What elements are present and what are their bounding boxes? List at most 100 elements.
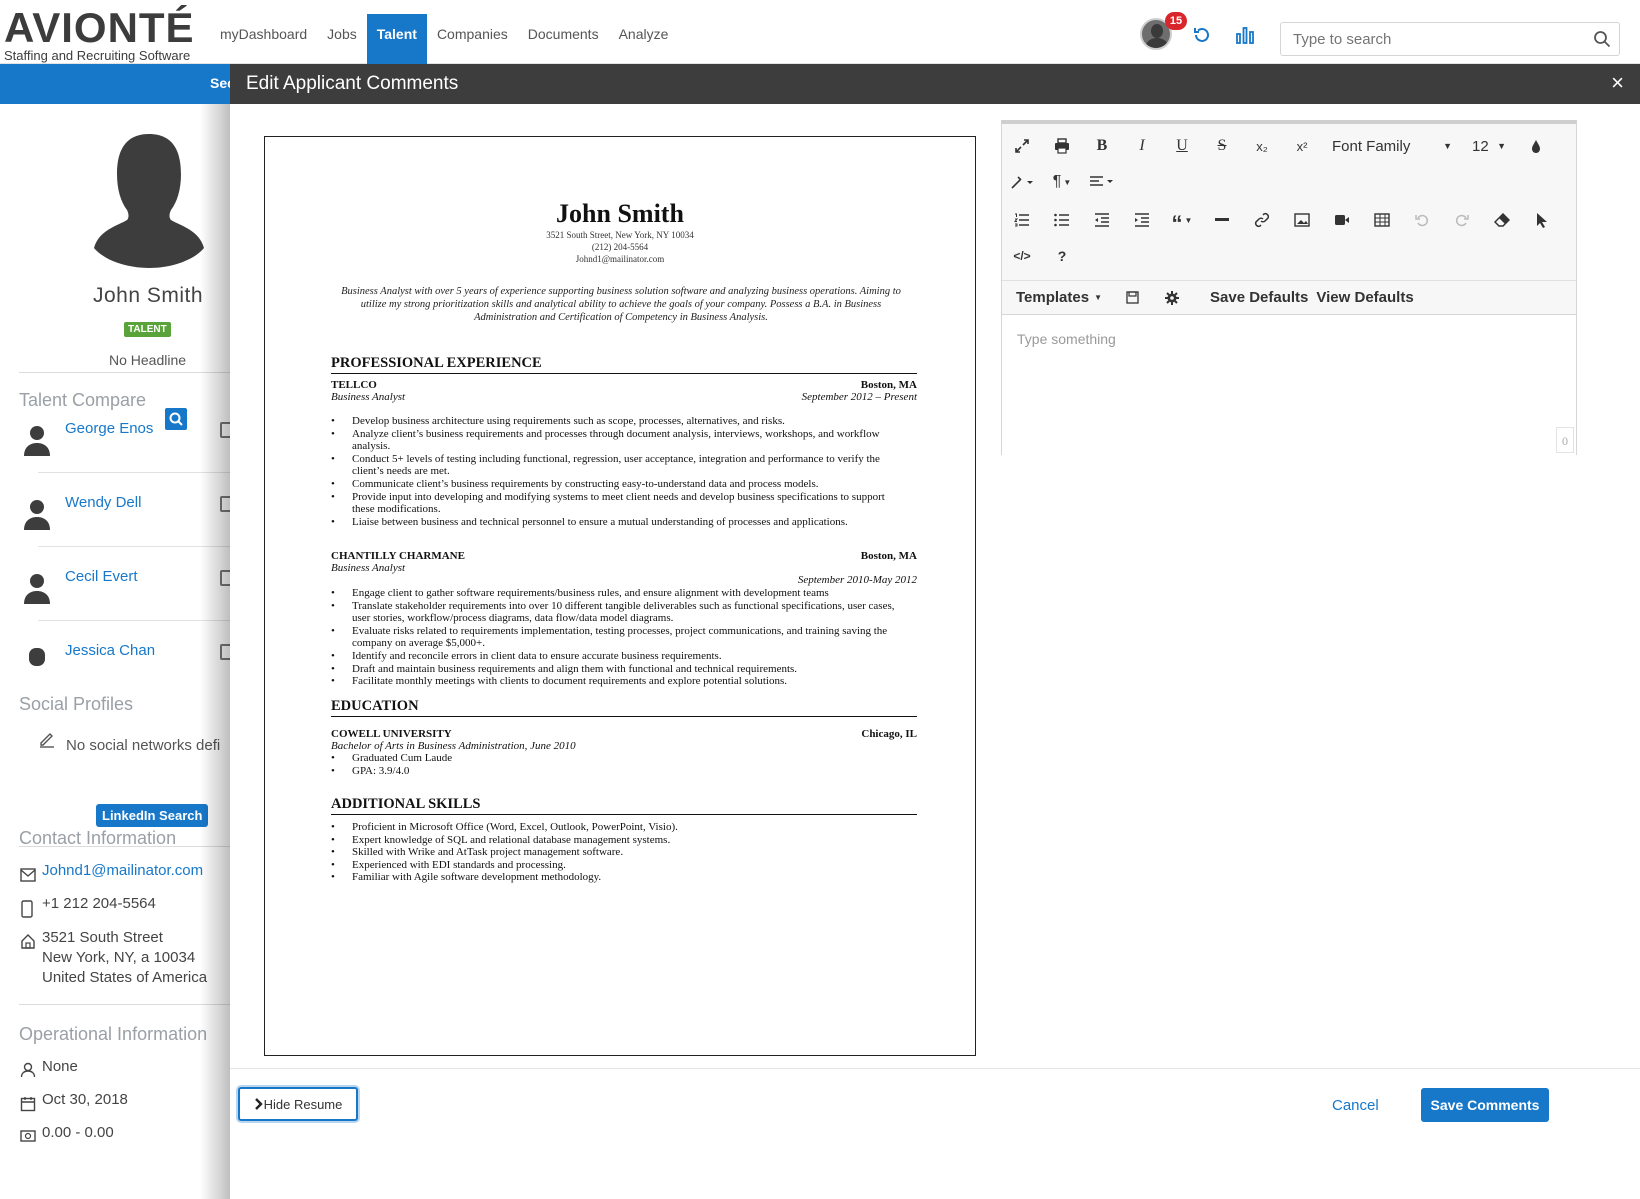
brand-logo[interactable]: AVIONTÉ Staffing and Recruiting Software — [4, 7, 194, 63]
templates-toolbar: Templates ▼ Save Defaults View Defaults — [1002, 280, 1576, 314]
nav-item-mydashboard[interactable]: myDashboard — [210, 14, 317, 64]
list-item: Facilitate monthly meetings with clients… — [331, 675, 903, 688]
nav-item-jobs[interactable]: Jobs — [317, 14, 367, 64]
compare-item[interactable]: George Enos — [20, 416, 230, 476]
font-size-dropdown[interactable]: 12 ▼ — [1462, 131, 1516, 161]
compare-name[interactable]: Wendy Dell — [65, 494, 141, 511]
person-icon — [24, 500, 50, 530]
align-icon[interactable] — [1082, 167, 1122, 197]
text-color-icon[interactable] — [1516, 131, 1556, 161]
print-icon[interactable] — [1042, 131, 1082, 161]
profile-avatar-icon — [94, 134, 204, 268]
resume-heading-education: EDUCATION — [331, 698, 917, 717]
indent-icon[interactable] — [1122, 205, 1162, 235]
save-comments-button[interactable]: Save Comments — [1421, 1088, 1549, 1122]
quote-icon[interactable]: “▼ — [1162, 205, 1202, 235]
list-item: Analyze client’s business requirements a… — [331, 428, 903, 453]
compare-name[interactable]: George Enos — [65, 420, 153, 437]
list-item: Proficient in Microsoft Office (Word, Ex… — [331, 821, 903, 834]
resume-edu-degree: Bachelor of Arts in Business Administrat… — [331, 740, 576, 752]
brand-tagline: Staffing and Recruiting Software — [4, 48, 191, 63]
edit-icon[interactable] — [38, 730, 56, 748]
font-family-value: Font Family — [1332, 137, 1411, 155]
modal-footer-divider — [230, 1068, 1640, 1069]
resume-job1-dates: September 2012 – Present — [801, 391, 917, 403]
bar-chart-icon[interactable] — [1236, 26, 1254, 49]
list-item: Translate stakeholder requirements into … — [331, 600, 903, 625]
operational-information-title: Operational Information — [19, 1024, 208, 1044]
resume-job2-company: CHANTILLY CHARMANE — [331, 550, 465, 562]
link-icon[interactable] — [1242, 205, 1282, 235]
compare-name[interactable]: Cecil Evert — [65, 568, 138, 585]
save-icon[interactable] — [1112, 283, 1152, 313]
subscript-button[interactable]: x₂ — [1242, 131, 1282, 161]
social-profiles-title: Social Profiles — [19, 694, 134, 714]
compare-item[interactable]: Jessica Chan — [20, 638, 230, 698]
phone-number: +1 212 204-5564 — [42, 895, 156, 912]
social-none-text: No social networks defi — [66, 737, 221, 754]
code-view-icon[interactable]: </> — [1002, 241, 1042, 271]
undo-icon[interactable] — [1402, 205, 1442, 235]
search-input[interactable] — [1281, 23, 1571, 55]
nav-item-talent[interactable]: Talent — [366, 14, 427, 64]
notification-badge[interactable]: 15 — [1165, 12, 1187, 30]
list-item: Provide input into developing and modify… — [331, 491, 903, 516]
compare-item[interactable]: Wendy Dell — [20, 490, 230, 550]
horizontal-line-icon[interactable] — [1202, 205, 1242, 235]
ordered-list-icon[interactable] — [1002, 205, 1042, 235]
underline-button[interactable]: U — [1162, 131, 1202, 161]
talent-badge: TALENT — [124, 322, 171, 337]
video-icon[interactable] — [1322, 205, 1362, 235]
superscript-button[interactable]: x² — [1282, 131, 1322, 161]
comments-editor-area[interactable]: Type something 0 — [1002, 314, 1576, 455]
help-icon[interactable]: ? — [1042, 241, 1082, 271]
character-counter: 0 — [1556, 427, 1574, 453]
linkedin-search-button[interactable]: LinkedIn Search — [96, 804, 209, 827]
nav-item-companies[interactable]: Companies — [427, 14, 518, 64]
resume-preview[interactable]: John Smith 3521 South Street, New York, … — [264, 136, 976, 1056]
resume-job2-location: Boston, MA — [860, 550, 917, 562]
close-icon[interactable]: × — [1611, 70, 1624, 96]
toolbar-row-3: “▼ — [1002, 202, 1562, 238]
search-icon[interactable] — [1593, 30, 1611, 53]
compare-item[interactable]: Cecil Evert — [20, 564, 230, 624]
font-size-value: 12 — [1472, 137, 1489, 155]
image-icon[interactable] — [1282, 205, 1322, 235]
view-defaults-button[interactable]: View Defaults — [1312, 283, 1423, 313]
hide-resume-button[interactable]: Hide Resume — [238, 1087, 358, 1121]
email-link[interactable]: Johnd1@mailinator.com — [42, 862, 203, 879]
paragraph-format-icon[interactable]: ¶ ▼ — [1042, 167, 1082, 197]
list-item: Conduct 5+ levels of testing including f… — [331, 453, 903, 478]
templates-dropdown[interactable]: Templates ▼ — [1002, 283, 1112, 313]
save-defaults-button[interactable]: Save Defaults — [1192, 283, 1312, 313]
clear-formatting-icon[interactable] — [1482, 205, 1522, 235]
select-all-icon[interactable] — [1522, 205, 1562, 235]
nav-item-documents[interactable]: Documents — [518, 14, 609, 64]
gear-icon[interactable] — [1152, 283, 1192, 313]
phone-icon — [21, 900, 33, 918]
outdent-icon[interactable] — [1082, 205, 1122, 235]
unordered-list-icon[interactable] — [1042, 205, 1082, 235]
divider — [19, 1004, 230, 1005]
resume-heading-skills: ADDITIONAL SKILLS — [331, 796, 917, 815]
cancel-button[interactable]: Cancel — [1332, 1097, 1379, 1114]
fullscreen-icon[interactable] — [1002, 131, 1042, 161]
hide-resume-label: Hide Resume — [263, 1096, 343, 1112]
list-item: Evaluate risks related to requirements i… — [331, 625, 903, 650]
redo-icon[interactable] — [1442, 205, 1482, 235]
chevron-down-icon: ▼ — [1497, 141, 1506, 151]
list-item: Skilled with Wrike and AtTask project ma… — [331, 846, 903, 859]
bold-button[interactable]: B — [1082, 131, 1122, 161]
font-family-dropdown[interactable]: Font Family ▼ — [1322, 131, 1462, 161]
table-icon[interactable] — [1362, 205, 1402, 235]
refresh-icon[interactable] — [1193, 26, 1211, 49]
inline-style-icon[interactable] — [1002, 167, 1042, 197]
compare-name[interactable]: Jessica Chan — [65, 642, 155, 659]
toolbar-row-4: </> ? — [1002, 238, 1082, 274]
person-icon — [24, 574, 50, 604]
strikethrough-button[interactable]: S — [1202, 131, 1242, 161]
italic-button[interactable]: I — [1122, 131, 1162, 161]
nav-item-analyze[interactable]: Analyze — [609, 14, 679, 64]
resume-job1-role: Business Analyst — [331, 391, 406, 403]
resume-job1-bullets: Develop business architecture using requ… — [331, 415, 903, 528]
